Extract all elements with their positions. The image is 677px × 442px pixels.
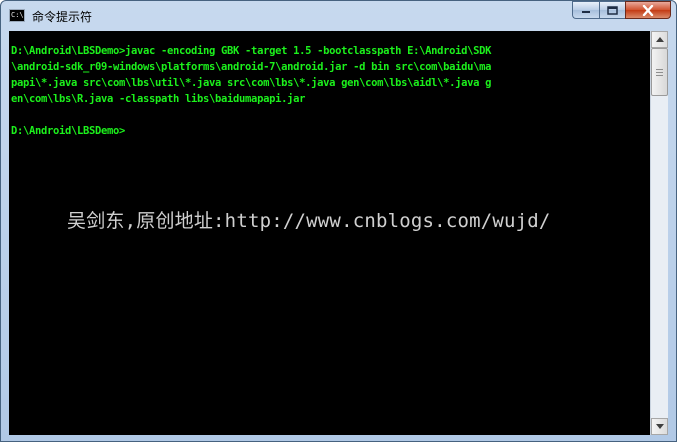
watermark-text: 吴剑东,原创地址:http://www.cnblogs.com/wujd/ [67, 210, 551, 232]
scroll-up-button[interactable] [651, 31, 668, 48]
arrow-up-icon [655, 37, 664, 42]
minimize-icon [582, 11, 590, 13]
minimize-button[interactable] [572, 1, 599, 19]
grip-line [656, 75, 663, 76]
window-controls [572, 1, 671, 21]
close-icon [642, 4, 654, 16]
console-output[interactable]: D:\Android\LBSDemo>javac -encoding GBK -… [9, 31, 650, 435]
console-prompt: D:\Android\LBSDemo> [11, 125, 126, 137]
scroll-down-button[interactable] [651, 418, 668, 435]
grip-line [656, 72, 663, 73]
window-title: 命令提示符 [32, 10, 93, 24]
arrow-down-icon [655, 424, 664, 429]
command-prompt-window: C:\ 命令提示符 D:\Android\LBSDemo>javac -enco… [0, 0, 677, 442]
maximize-button[interactable] [599, 1, 625, 19]
console-line: en\com\lbs\R.java -classpath libs\baidum… [11, 93, 306, 105]
console-line: \android-sdk_r09-windows\platforms\andro… [11, 61, 492, 73]
vertical-scrollbar[interactable] [650, 31, 668, 435]
title-bar[interactable]: C:\ 命令提示符 [1, 1, 676, 31]
grip-line [656, 69, 663, 70]
close-button[interactable] [625, 1, 671, 19]
scrollbar-thumb[interactable] [651, 48, 668, 96]
cmd-icon[interactable]: C:\ [9, 9, 25, 22]
maximize-icon [607, 5, 618, 15]
console-line: papi\*.java src\com\lbs\util\*.java src\… [11, 77, 492, 89]
console-line: D:\Android\LBSDemo>javac -encoding GBK -… [11, 45, 492, 57]
